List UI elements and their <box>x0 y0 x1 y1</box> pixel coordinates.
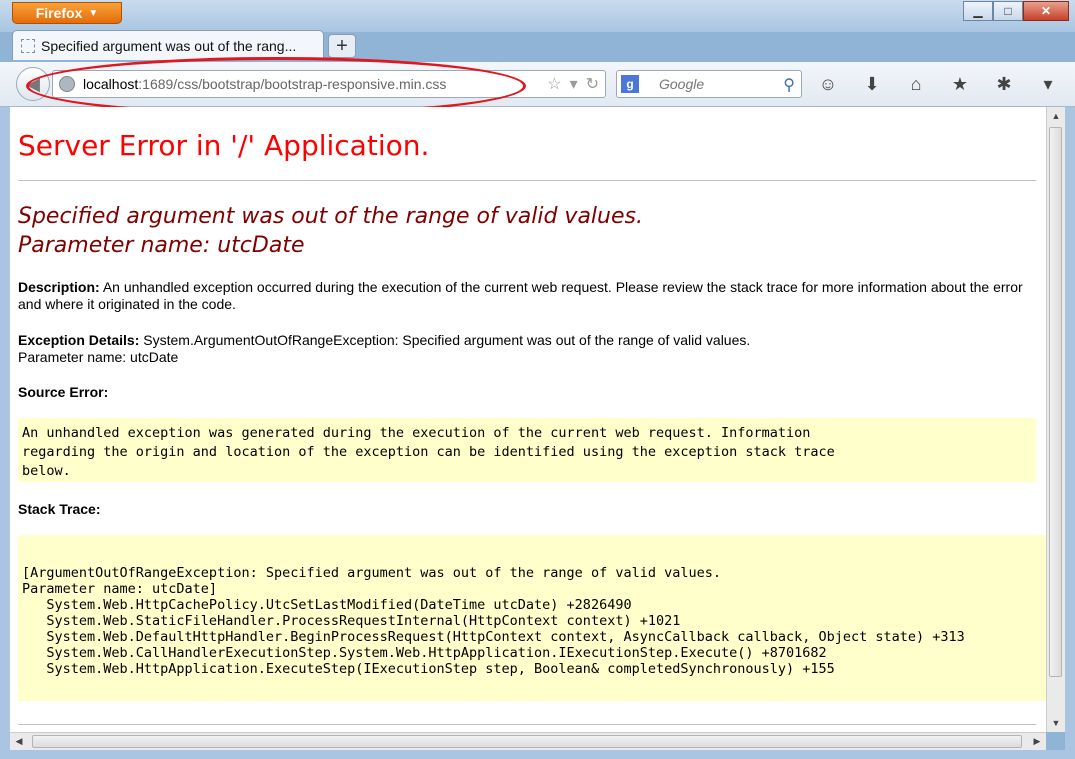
description-label: Description: <box>18 279 100 295</box>
window-frame-right <box>1065 107 1075 759</box>
divider <box>18 180 1036 181</box>
scroll-right-icon[interactable]: ▶ <box>1028 733 1046 750</box>
error-message: Specified argument was out of the range … <box>18 202 643 260</box>
exception-details: Exception Details: System.ArgumentOutOfR… <box>18 332 1028 366</box>
exception-text-line2: Parameter name: utcDate <box>18 349 179 365</box>
firefox-menu-button[interactable]: Firefox ▼ <box>12 2 122 24</box>
horizontal-scroll-thumb[interactable] <box>32 735 1022 748</box>
horizontal-scrollbar[interactable]: ◀ ▶ <box>10 732 1046 750</box>
url-actions: ☆ ▾ ↻ <box>547 74 599 94</box>
page-icon <box>21 38 35 53</box>
window-controls: ▁ □ ✕ <box>963 1 1069 21</box>
stack-trace-label: Stack Trace: <box>18 501 101 517</box>
home-icon[interactable]: ⌂ <box>904 72 928 96</box>
description: Description: An unhandled exception occu… <box>18 279 1028 313</box>
bookmarks-icon[interactable]: ★ <box>948 72 972 96</box>
exception-label: Exception Details: <box>18 332 140 348</box>
stack-trace-box: [ArgumentOutOfRangeException: Specified … <box>18 535 1046 701</box>
bookmark-star-icon[interactable]: ☆ <box>547 74 561 94</box>
exception-text-line1: System.ArgumentOutOfRangeException: Spec… <box>143 332 751 348</box>
tab-strip: Specified argument was out of the rang..… <box>0 28 1075 62</box>
vertical-scroll-thumb[interactable] <box>1049 127 1062 677</box>
firefox-menu-label: Firefox <box>35 5 83 21</box>
firebug-icon[interactable]: ✱ <box>992 72 1016 96</box>
dropdown-arrow-icon[interactable]: ▾ <box>570 74 578 94</box>
scroll-left-icon[interactable]: ◀ <box>10 733 28 750</box>
google-icon[interactable]: g <box>621 75 639 93</box>
download-icon[interactable]: ⬇ <box>860 72 884 96</box>
search-icon[interactable]: ⚲ <box>783 75 795 95</box>
source-error-heading: Source Error: <box>18 384 1028 401</box>
toolbar-icons: ☺ ⬇ ⌂ ★ ✱ ▾ <box>816 72 1060 96</box>
close-icon[interactable]: ✕ <box>1023 1 1069 21</box>
reload-icon[interactable]: ↻ <box>586 74 599 94</box>
window-frame-left <box>0 107 10 759</box>
error-message-line2: Parameter name: utcDate <box>18 233 305 258</box>
chevron-down-icon: ▼ <box>88 7 99 19</box>
new-tab-button[interactable]: + <box>328 34 356 58</box>
addon-icon[interactable]: ☺ <box>816 72 840 96</box>
stack-trace-heading: Stack Trace: <box>18 501 1028 518</box>
error-message-line1: Specified argument was out of the range … <box>18 204 643 229</box>
tab-title: Specified argument was out of the rang..… <box>41 37 297 54</box>
scroll-up-icon[interactable]: ▲ <box>1047 107 1065 125</box>
source-error-label: Source Error: <box>18 384 109 400</box>
search-placeholder: Google <box>659 76 705 92</box>
vertical-scrollbar[interactable]: ▲ ▼ <box>1046 107 1065 732</box>
description-text: An unhandled exception occurred during t… <box>18 279 1023 312</box>
maximize-icon[interactable]: □ <box>993 1 1023 21</box>
page-content: Server Error in '/' Application. Specifi… <box>10 107 1046 732</box>
scroll-down-icon[interactable]: ▼ <box>1047 714 1065 732</box>
page-title: Server Error in '/' Application. <box>18 129 430 162</box>
search-box[interactable]: g Google ⚲ <box>616 70 802 98</box>
source-error-box: An unhandled exception was generated dur… <box>18 418 1036 482</box>
menu-chevron-icon[interactable]: ▾ <box>1036 72 1060 96</box>
minimize-icon[interactable]: ▁ <box>963 1 993 21</box>
divider-bottom <box>18 724 1036 725</box>
window-frame-bottom <box>0 750 1075 759</box>
tab-active[interactable]: Specified argument was out of the rang..… <box>12 30 324 60</box>
